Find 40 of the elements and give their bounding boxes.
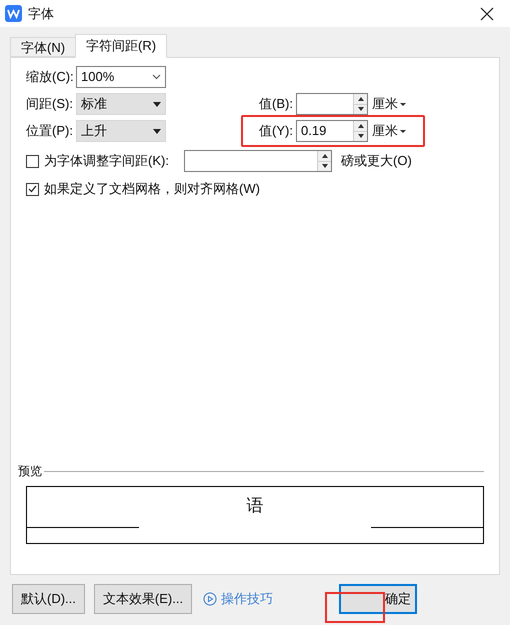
tips-link[interactable]: 操作技巧 (203, 589, 274, 609)
checkbox[interactable] (26, 182, 39, 196)
snap-grid-label: 如果定义了文档网格，则对齐网格(W) (44, 180, 260, 198)
tab[interactable]: 字符间距(R) (75, 34, 168, 58)
unit-dropdown[interactable]: 厘米 (372, 94, 406, 114)
by-label: 值(B): (259, 95, 294, 114)
number-field[interactable] (296, 93, 368, 115)
caret-icon (400, 130, 406, 132)
close-icon[interactable] (480, 6, 494, 20)
by-label: 值(Y): (259, 122, 294, 140)
spacing-label: 间距(S): (26, 95, 74, 114)
number-field[interactable]: 0.19 (296, 120, 368, 142)
spin-buttons[interactable] (353, 94, 367, 114)
kerning-label: 为字体调整字间距(K): (44, 152, 170, 170)
check-icon (28, 185, 37, 193)
kerning-suffix: 磅或更大(O) (341, 152, 412, 170)
tab[interactable]: 字体(N) (10, 37, 76, 57)
ok-button[interactable]: 确定 (339, 584, 418, 614)
dialog-button[interactable]: 文本效果(E)... (94, 584, 192, 614)
number-field[interactable] (184, 150, 332, 172)
dropdown[interactable]: 标准 (76, 93, 166, 115)
scale-combobox[interactable]: 100% (76, 66, 166, 88)
highlight-box (325, 592, 385, 623)
checkbox[interactable] (26, 154, 39, 168)
chevron-down-icon (152, 74, 161, 80)
app-logo-icon (5, 5, 22, 22)
unit-dropdown[interactable]: 厘米 (372, 121, 406, 141)
caret-icon (400, 102, 406, 106)
position-label: 位置(P): (26, 122, 74, 140)
preview-label: 预览 (18, 463, 42, 480)
window-title: 字体 (28, 4, 54, 23)
caret-icon (153, 128, 161, 134)
scale-label: 缩放(C): (26, 68, 75, 86)
spin-buttons[interactable] (317, 151, 331, 171)
dialog-button[interactable]: 默认(D)... (12, 584, 85, 614)
preview-sample: 语 (246, 495, 264, 518)
caret-icon (153, 102, 161, 106)
dropdown[interactable]: 上升 (76, 120, 166, 142)
play-circle-icon (203, 592, 218, 606)
spin-buttons[interactable] (353, 121, 367, 141)
